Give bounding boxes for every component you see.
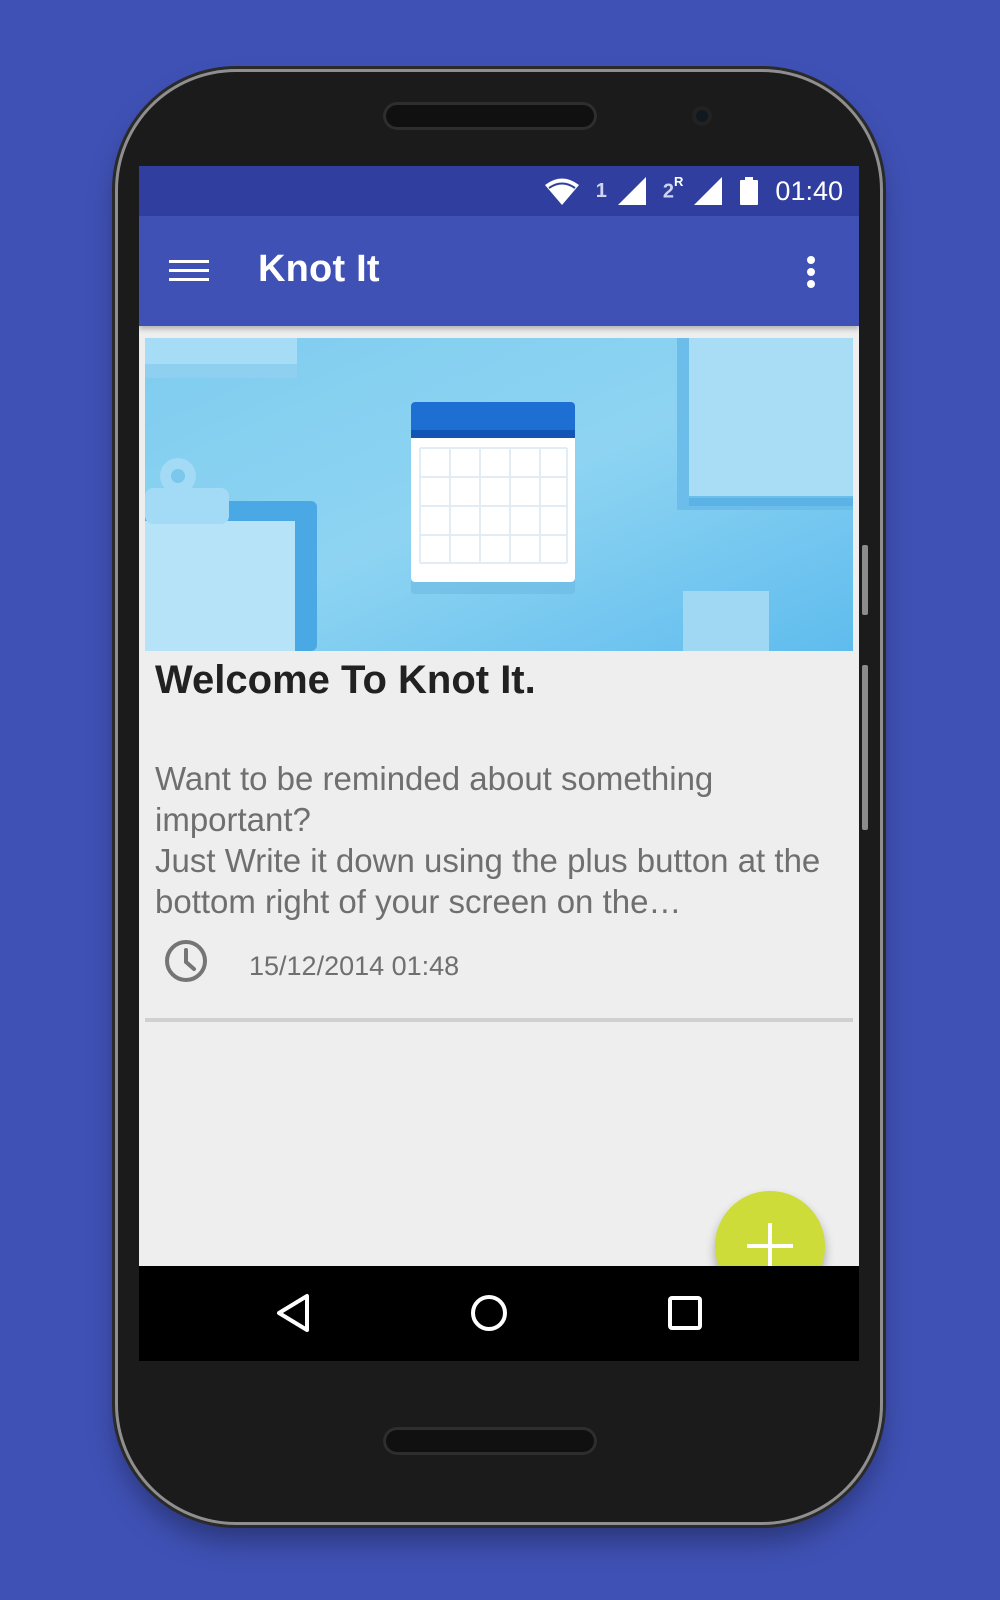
home-icon	[471, 1295, 507, 1331]
add-note-button[interactable]	[715, 1191, 825, 1266]
top-speaker	[383, 102, 597, 130]
recents-button[interactable]	[660, 1288, 710, 1338]
signal-icon	[617, 177, 646, 205]
power-button	[862, 545, 868, 615]
plus-icon	[747, 1223, 793, 1266]
note-body: Want to be reminded about something impo…	[155, 760, 821, 920]
wifi-icon	[544, 178, 579, 205]
roaming-indicator: R	[674, 174, 684, 190]
app-bar: Knot It	[139, 216, 859, 326]
calendar-illustration	[145, 338, 853, 651]
sim1-label: 1	[595, 179, 607, 202]
battery-icon	[740, 177, 759, 205]
more-vert-icon	[807, 256, 815, 288]
bottom-speaker	[383, 1427, 597, 1455]
screen: 1 2R 01:40 Knot It Welcome To Knot It. W…	[139, 166, 859, 1266]
status-bar: 1 2R 01:40	[139, 166, 859, 216]
sim2-number: 2	[662, 180, 675, 203]
front-camera	[692, 106, 712, 126]
note-title: Welcome To Knot It.	[155, 658, 536, 702]
back-icon	[277, 1294, 309, 1332]
clock-icon	[165, 940, 207, 982]
hamburger-menu-icon	[169, 260, 209, 281]
recents-icon	[668, 1296, 702, 1330]
home-button[interactable]	[464, 1288, 514, 1338]
note-card[interactable]: Welcome To Knot It. Want to be reminded …	[145, 338, 853, 1022]
signal-icon	[694, 177, 723, 205]
overflow-menu-button[interactable]	[791, 254, 831, 294]
navigation-bar	[139, 1266, 859, 1361]
note-date: 15/12/2014 01:48	[249, 951, 460, 981]
menu-button[interactable]	[169, 252, 219, 292]
sim2-label: 2R	[662, 174, 684, 204]
back-button[interactable]	[269, 1288, 319, 1338]
status-time: 01:40	[775, 175, 843, 206]
app-title: Knot It	[258, 248, 380, 290]
volume-button	[862, 665, 868, 830]
